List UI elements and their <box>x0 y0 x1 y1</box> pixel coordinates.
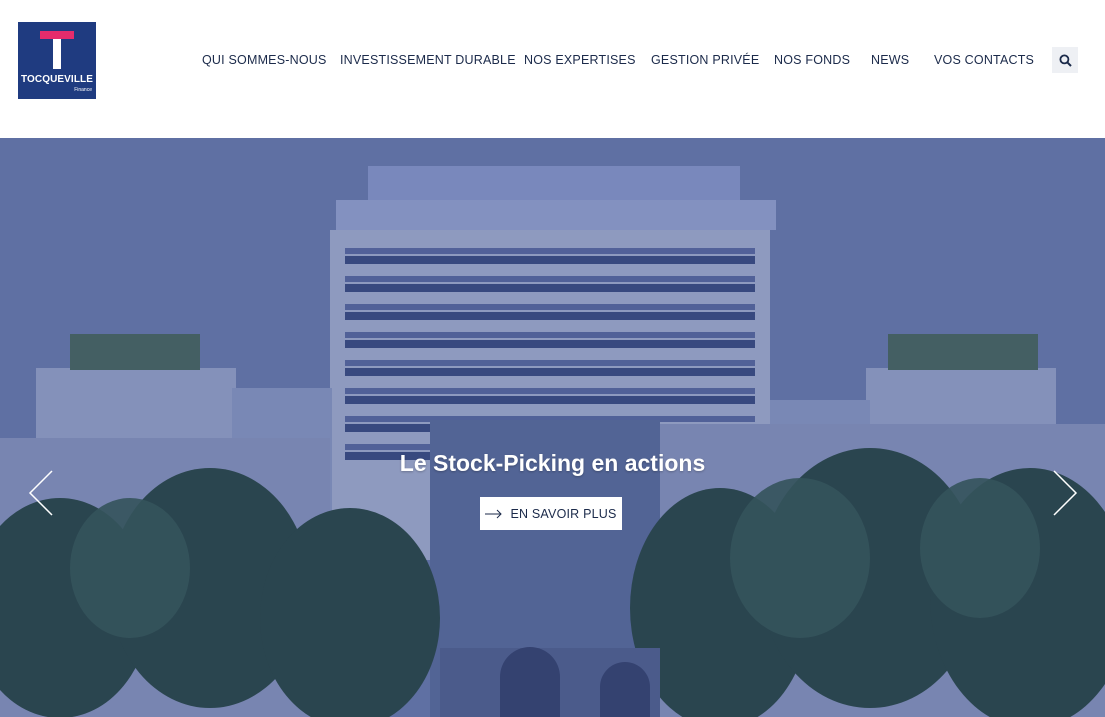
logo-wordmark: TOCQUEVILLE <box>20 74 94 85</box>
hero-slider: Le Stock-Picking en actions EN SAVOIR PL… <box>0 138 1105 717</box>
nav-item-investissement-durable[interactable]: INVESTISSEMENT DURABLE <box>340 53 516 67</box>
chevron-left-icon <box>28 470 53 516</box>
cta-label: EN SAVOIR PLUS <box>510 506 617 521</box>
logo-subword: Finance <box>74 87 92 93</box>
arrow-right-icon <box>485 509 503 518</box>
search-icon <box>1059 54 1072 67</box>
slider-prev-button[interactable] <box>26 468 56 518</box>
nav-item-news[interactable]: NEWS <box>871 53 909 67</box>
slider-next-button[interactable] <box>1050 468 1080 518</box>
nav-item-qui-sommes-nous[interactable]: QUI SOMMES-NOUS <box>202 53 327 67</box>
tocqueville-logo[interactable]: TOCQUEVILLE Finance <box>18 22 96 99</box>
logo-stem <box>53 39 61 69</box>
search-button[interactable] <box>1052 47 1078 73</box>
nav-item-gestion-privee[interactable]: GESTION PRIVÉE <box>651 53 759 67</box>
chevron-right-icon <box>1053 470 1078 516</box>
site-header: TOCQUEVILLE Finance QUI SOMMES-NOUS INVE… <box>0 0 1105 138</box>
nav-item-vos-contacts[interactable]: VOS CONTACTS <box>934 53 1034 67</box>
logo-pink-bar <box>40 31 74 39</box>
hero-title: Le Stock-Picking en actions <box>399 450 706 476</box>
en-savoir-plus-button[interactable]: EN SAVOIR PLUS <box>480 497 622 530</box>
nav-item-nos-fonds[interactable]: NOS FONDS <box>774 53 850 67</box>
nav-item-nos-expertises[interactable]: NOS EXPERTISES <box>524 53 636 67</box>
hero-overlay <box>0 138 1105 717</box>
